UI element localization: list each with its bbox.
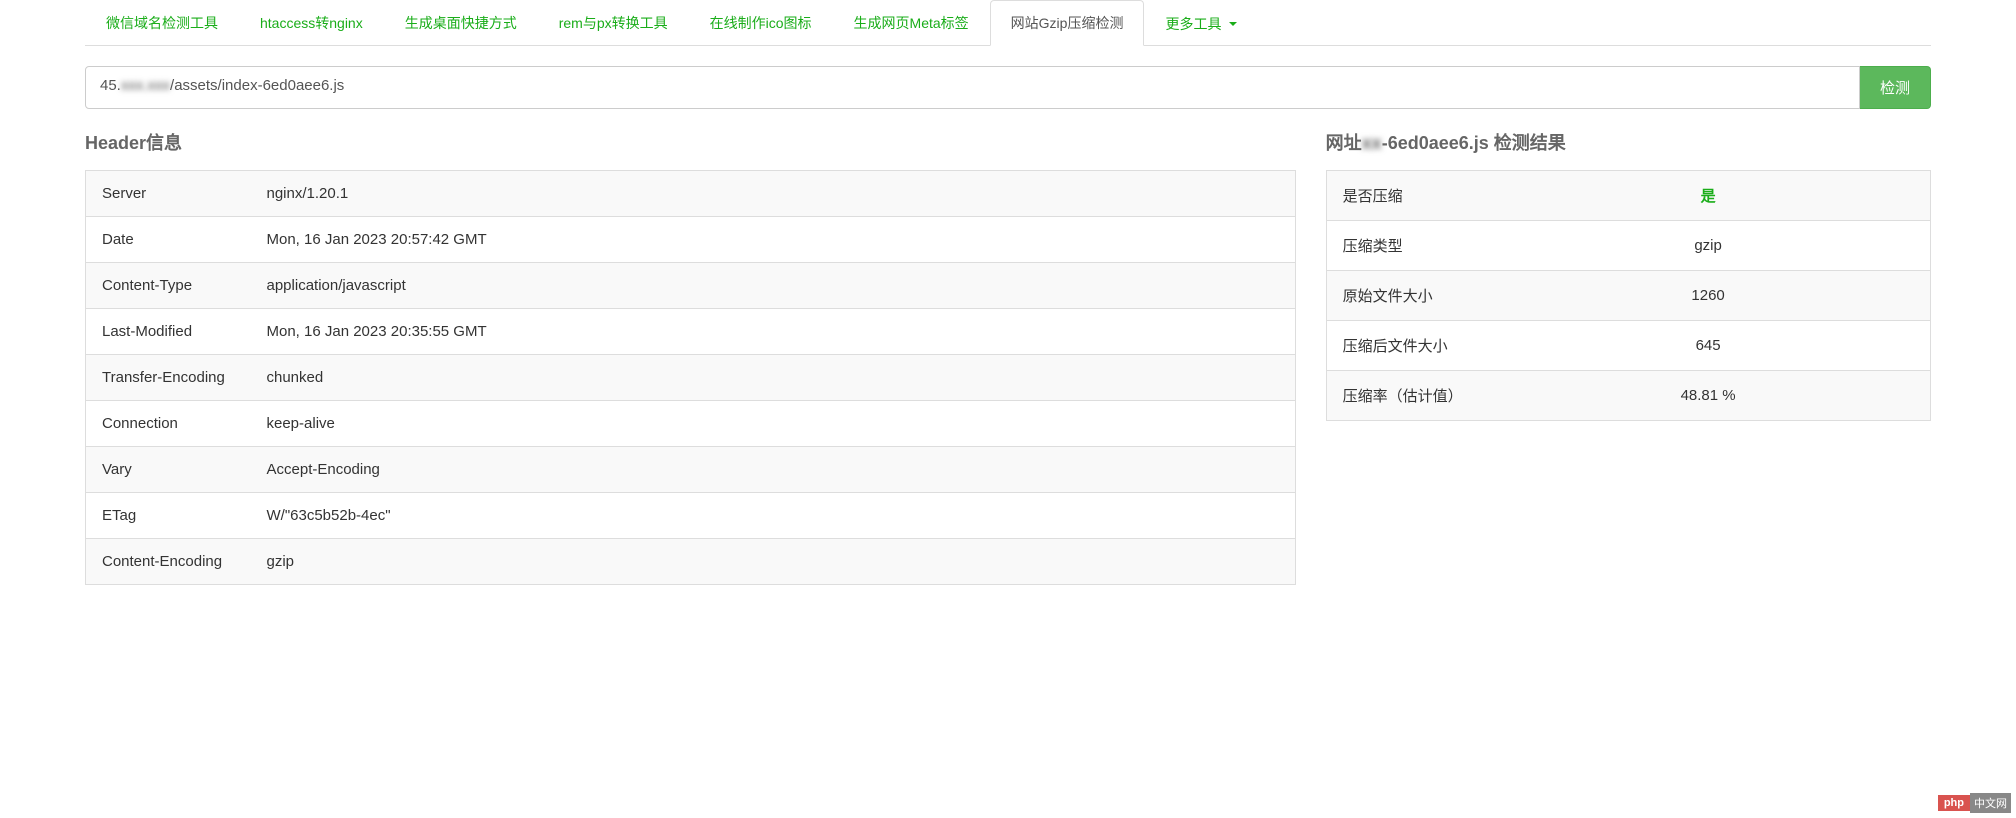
result-value: 1260 [1486,271,1930,321]
result-key: 原始文件大小 [1326,271,1486,321]
header-key: Content-Type [86,263,251,309]
result-key: 压缩后文件大小 [1326,321,1486,371]
header-value: chunked [251,355,1296,401]
header-key: ETag [86,493,251,539]
tab-gzip-check[interactable]: 网站Gzip压缩检测 [990,0,1145,46]
url-blurred: xxx.xxx [121,77,170,94]
header-value: Mon, 16 Jan 2023 20:35:55 GMT [251,309,1296,355]
header-value: gzip [251,539,1296,585]
header-value: Mon, 16 Jan 2023 20:57:42 GMT [251,217,1296,263]
result-key: 是否压缩 [1326,171,1486,221]
check-button[interactable]: 检测 [1860,66,1931,109]
result-title-blurred: xx [1362,133,1382,154]
result-key: 压缩类型 [1326,221,1486,271]
result-title: 网址xx-6ed0aee6.js 检测结果 [1326,129,1931,155]
header-key: Vary [86,447,251,493]
tab-wechat-domain[interactable]: 微信域名检测工具 [85,0,239,46]
header-key: Content-Encoding [86,539,251,585]
table-row: VaryAccept-Encoding [86,447,1296,493]
watermark: php 中文网 [1938,793,2011,813]
search-bar: 45.xxx.xxx/assets/index-6ed0aee6.js 检测 [85,66,1931,109]
watermark-cn: 中文网 [1970,793,2011,813]
result-value: 48.81 % [1486,371,1930,421]
table-row: 是否压缩是 [1326,171,1930,221]
chevron-down-icon [1229,22,1237,26]
table-row: Servernginx/1.20.1 [86,171,1296,217]
table-row: Last-ModifiedMon, 16 Jan 2023 20:35:55 G… [86,309,1296,355]
header-value: Accept-Encoding [251,447,1296,493]
table-row: 原始文件大小1260 [1326,271,1930,321]
table-row: Content-Encodinggzip [86,539,1296,585]
url-suffix: /assets/index-6ed0aee6.js [170,77,344,94]
table-row: Transfer-Encodingchunked [86,355,1296,401]
result-value: gzip [1486,221,1930,271]
result-title-mid: -6ed0aee6.js [1382,133,1489,153]
table-row: 压缩类型gzip [1326,221,1930,271]
header-value: application/javascript [251,263,1296,309]
table-row: DateMon, 16 Jan 2023 20:57:42 GMT [86,217,1296,263]
watermark-php: php [1938,795,1970,811]
tab-meta-tags[interactable]: 生成网页Meta标签 [833,0,990,46]
tab-htaccess-nginx[interactable]: htaccess转nginx [239,0,384,46]
table-row: ETagW/"63c5b52b-4ec" [86,493,1296,539]
header-value: W/"63c5b52b-4ec" [251,493,1296,539]
tool-tabs: 微信域名检测工具 htaccess转nginx 生成桌面快捷方式 rem与px转… [85,0,1931,46]
result-value: 是 [1486,171,1930,221]
tab-desktop-shortcut[interactable]: 生成桌面快捷方式 [384,0,538,46]
header-value: nginx/1.20.1 [251,171,1296,217]
result-key: 压缩率（估计值） [1326,371,1486,421]
table-row: 压缩后文件大小645 [1326,321,1930,371]
header-key: Connection [86,401,251,447]
header-key: Last-Modified [86,309,251,355]
tab-ico-icon[interactable]: 在线制作ico图标 [689,0,833,46]
header-key: Server [86,171,251,217]
url-input[interactable]: 45.xxx.xxx/assets/index-6ed0aee6.js [85,66,1860,109]
result-table: 是否压缩是压缩类型gzip原始文件大小1260压缩后文件大小645压缩率（估计值… [1326,170,1931,421]
header-table: Servernginx/1.20.1DateMon, 16 Jan 2023 2… [85,170,1296,585]
table-row: 压缩率（估计值）48.81 % [1326,371,1930,421]
result-value: 645 [1486,321,1930,371]
table-row: Content-Typeapplication/javascript [86,263,1296,309]
result-title-suffix: 检测结果 [1489,133,1566,153]
header-info-title: Header信息 [85,129,1296,155]
tab-more-tools[interactable]: 更多工具 [1144,0,1258,46]
tab-more-label: 更多工具 [1165,14,1221,34]
tab-rem-px[interactable]: rem与px转换工具 [538,0,689,46]
result-title-prefix: 网址 [1326,133,1362,153]
header-key: Transfer-Encoding [86,355,251,401]
url-prefix: 45. [100,77,121,94]
header-key: Date [86,217,251,263]
header-value: keep-alive [251,401,1296,447]
table-row: Connectionkeep-alive [86,401,1296,447]
